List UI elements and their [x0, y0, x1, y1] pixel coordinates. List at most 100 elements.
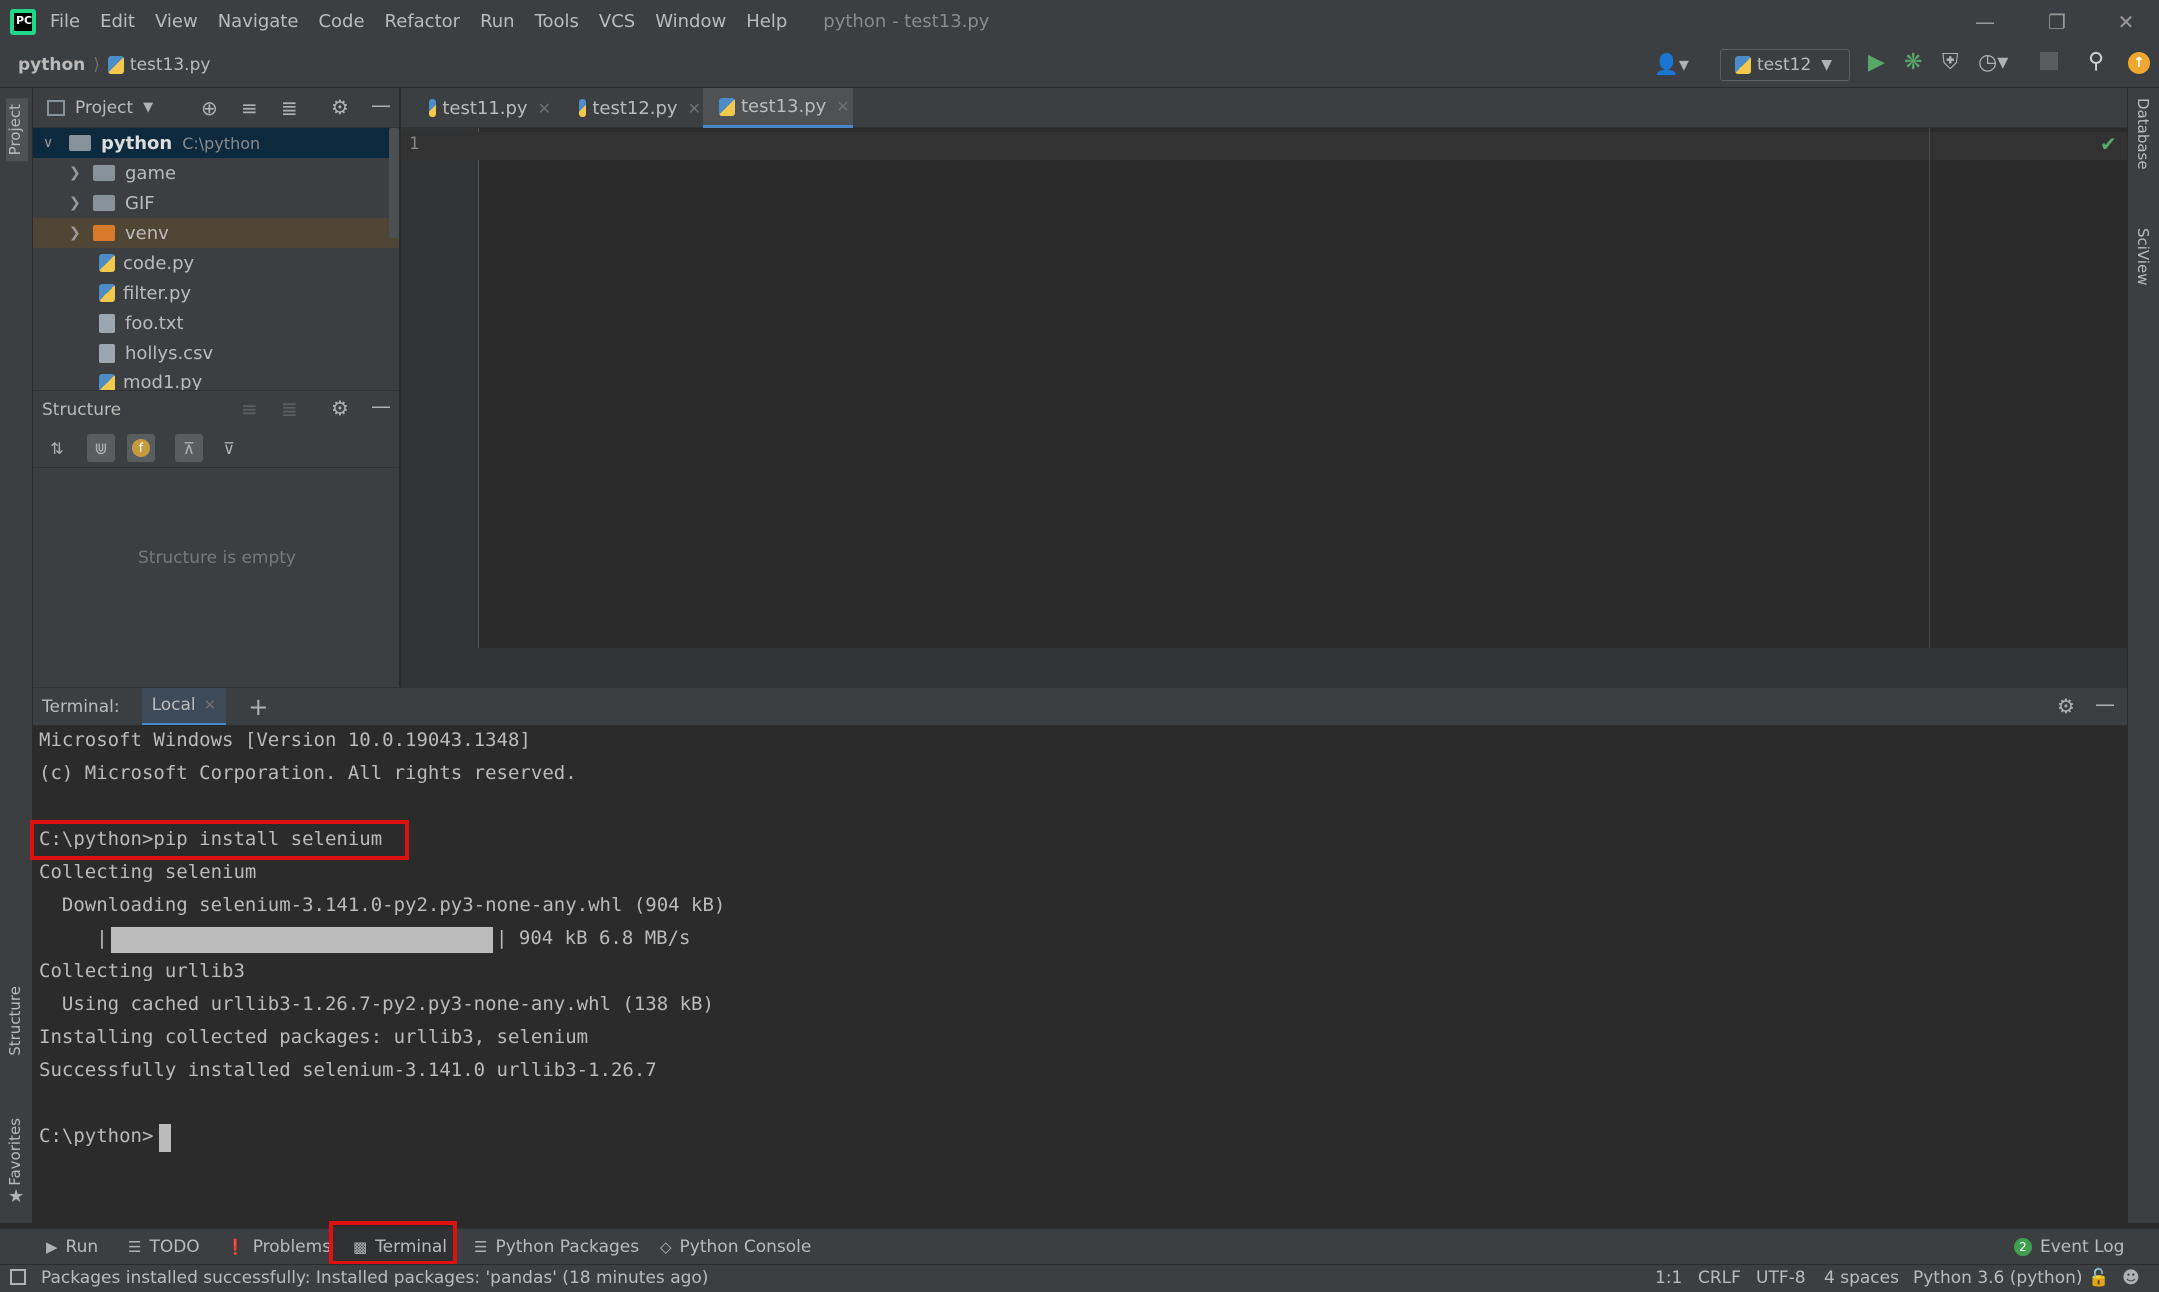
- tree-item[interactable]: hollys.csv: [33, 338, 401, 368]
- locate-file-icon[interactable]: ⊕: [201, 96, 218, 120]
- expand-all-icon[interactable]: ≡: [241, 96, 258, 120]
- structure-tool-tab[interactable]: Structure: [6, 986, 24, 1056]
- update-icon[interactable]: ↑: [2128, 52, 2150, 74]
- menu-code[interactable]: Code: [318, 11, 364, 32]
- terminal-output[interactable]: Microsoft Windows [Version 10.0.19043.13…: [30, 725, 2127, 1228]
- line-separator[interactable]: CRLF: [1698, 1268, 1741, 1288]
- collapse-all-icon[interactable]: ≣: [281, 96, 298, 120]
- event-log-button[interactable]: 2 Event Log: [2014, 1229, 2124, 1265]
- stop-icon[interactable]: [2040, 52, 2058, 70]
- autoscroll-from-source-icon[interactable]: ⊽: [215, 434, 243, 462]
- sciview-tool-tab-label: SciView: [2134, 228, 2152, 286]
- tree-item-label: mod1.py: [123, 372, 203, 390]
- folder-icon: [93, 165, 115, 181]
- tab-test11[interactable]: test11.py ✕: [413, 88, 551, 128]
- python-file-icon: [429, 99, 437, 117]
- structure-empty-text: Structure is empty: [137, 548, 296, 568]
- tool-tab-problems[interactable]: ❗ Problems: [226, 1229, 331, 1265]
- chevron-right-icon[interactable]: ❯: [69, 165, 89, 181]
- gear-icon[interactable]: ⚙: [331, 396, 349, 420]
- project-scrollbar[interactable]: [389, 128, 399, 238]
- close-tab-icon[interactable]: ✕: [538, 99, 551, 118]
- python-interpreter[interactable]: Python 3.6 (python): [1913, 1268, 2083, 1288]
- close-tab-icon[interactable]: ✕: [688, 99, 701, 118]
- autoscroll-to-source-icon[interactable]: ⊼: [175, 434, 203, 462]
- breadcrumb-root[interactable]: python: [18, 55, 85, 75]
- run-icon[interactable]: ▶: [1868, 50, 1885, 75]
- tab-label: test12.py: [592, 97, 678, 119]
- code-editor[interactable]: [479, 128, 2127, 648]
- indent-setting[interactable]: 4 spaces: [1824, 1268, 1899, 1288]
- show-fields-icon[interactable]: f: [127, 434, 155, 462]
- project-tool-tab[interactable]: Project: [6, 98, 28, 162]
- close-window-button[interactable]: ✕: [2093, 0, 2159, 43]
- search-icon[interactable]: ⚲: [2088, 49, 2104, 74]
- file-encoding[interactable]: UTF-8: [1756, 1268, 1806, 1288]
- python-file-icon: [107, 56, 124, 74]
- menu-vcs[interactable]: VCS: [599, 11, 635, 32]
- tree-item[interactable]: foo.txt: [33, 308, 401, 338]
- close-tab-icon[interactable]: ✕: [204, 696, 217, 714]
- chevron-right-icon[interactable]: ❯: [69, 225, 89, 241]
- python-file-icon: [579, 99, 587, 117]
- menu-window[interactable]: Window: [655, 11, 726, 32]
- sciview-tool-tab[interactable]: SciView: [2134, 228, 2152, 286]
- favorites-tool-tab[interactable]: Favorites: [6, 1118, 24, 1186]
- gear-icon[interactable]: ⚙: [2057, 694, 2075, 718]
- menu-navigate[interactable]: Navigate: [218, 11, 299, 32]
- hide-panel-icon[interactable]: —: [2095, 692, 2115, 716]
- terminal-tab-local[interactable]: Local ✕: [141, 687, 227, 726]
- menu-refactor[interactable]: Refactor: [385, 11, 461, 32]
- caret-position[interactable]: 1:1: [1655, 1268, 1682, 1288]
- menu-file[interactable]: File: [50, 11, 80, 32]
- tool-tab-run[interactable]: ▶ Run: [46, 1229, 98, 1265]
- restore-button[interactable]: ❐: [2024, 0, 2090, 43]
- gear-icon[interactable]: ⚙: [331, 95, 349, 119]
- minimize-button[interactable]: —: [1952, 0, 2018, 43]
- chevron-down-icon[interactable]: ∨: [43, 135, 63, 151]
- hide-panel-icon[interactable]: —: [371, 394, 391, 418]
- menu-run[interactable]: Run: [480, 11, 515, 32]
- tree-item[interactable]: ❯ GIF: [33, 188, 401, 218]
- run-configuration-select[interactable]: test12 ▼: [1720, 49, 1850, 81]
- star-icon: ★: [8, 1186, 25, 1207]
- tool-tab-todo[interactable]: ☰ TODO: [128, 1229, 200, 1265]
- tree-item[interactable]: mod1.py: [33, 368, 401, 390]
- tool-tab-label: Python Console: [679, 1237, 812, 1257]
- toggle-tool-windows-icon[interactable]: [10, 1269, 26, 1285]
- tab-test13[interactable]: test13.py ✕: [703, 88, 853, 128]
- profile-icon[interactable]: ◷▾: [1978, 50, 2008, 75]
- menu-view[interactable]: View: [155, 11, 198, 32]
- tool-tab-python-packages[interactable]: ☰ Python Packages: [474, 1229, 639, 1265]
- tool-tab-python-console[interactable]: ◇ Python Console: [660, 1229, 811, 1265]
- hide-panel-icon[interactable]: —: [371, 93, 391, 117]
- inspector-icon[interactable]: ☻: [2122, 1268, 2140, 1288]
- tab-test12[interactable]: test12.py ✕: [563, 88, 701, 128]
- tree-item[interactable]: code.py: [33, 248, 401, 278]
- project-view-select[interactable]: Project: [75, 98, 133, 118]
- event-log-label: Event Log: [2040, 1237, 2125, 1257]
- terminal-line: Successfully installed selenium-3.141.0 …: [39, 1059, 657, 1081]
- sort-alphabetically-icon[interactable]: ⇅: [43, 434, 71, 462]
- chevron-right-icon[interactable]: ❯: [69, 195, 89, 211]
- chevron-down-icon[interactable]: ▼: [143, 100, 153, 115]
- breadcrumb-file[interactable]: test13.py: [130, 55, 211, 75]
- coverage-icon[interactable]: ⛨: [1942, 50, 1959, 75]
- menu-tools[interactable]: Tools: [535, 11, 579, 32]
- menu-edit[interactable]: Edit: [100, 11, 135, 32]
- terminal-line: Installing collected packages: urllib3, …: [39, 1026, 589, 1048]
- tree-item[interactable]: filter.py: [33, 278, 401, 308]
- status-message[interactable]: Packages installed successfully: Install…: [41, 1268, 708, 1288]
- show-inherited-icon[interactable]: ⋓: [87, 434, 115, 462]
- lock-icon[interactable]: 🔓: [2088, 1268, 2109, 1288]
- user-icon[interactable]: 👤▾: [1654, 52, 1689, 76]
- tree-row-root[interactable]: ∨ python C:\python: [33, 128, 401, 158]
- tree-item[interactable]: ❯ venv: [33, 218, 401, 248]
- menu-help[interactable]: Help: [746, 11, 787, 32]
- database-tool-tab[interactable]: Database: [2134, 98, 2152, 170]
- tree-item[interactable]: ❯ game: [33, 158, 401, 188]
- inspection-ok-icon[interactable]: ✔: [2100, 132, 2117, 156]
- close-tab-icon[interactable]: ✕: [836, 97, 849, 116]
- debug-icon[interactable]: ❋: [1904, 50, 1922, 75]
- new-terminal-icon[interactable]: +: [248, 693, 268, 721]
